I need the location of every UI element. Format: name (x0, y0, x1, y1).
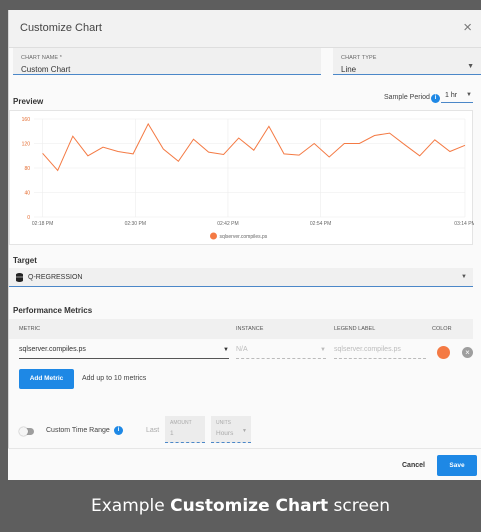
x-tick-label: 02:42 PM (217, 221, 238, 227)
chart-type-value: Line (341, 65, 357, 74)
column-metric: METRIC (19, 326, 41, 332)
chart-type-select[interactable]: CHART TYPE Line ▼ (333, 48, 481, 75)
add-metric-hint: Add up to 10 metrics (82, 375, 147, 382)
info-icon[interactable]: i (114, 426, 123, 435)
legend-label-value: sqlserver.compiles.ps (334, 346, 401, 353)
x-tick-label: 02:18 PM (32, 221, 53, 227)
column-instance: INSTANCE (236, 326, 264, 332)
x-tick-label: 02:54 PM (310, 221, 331, 227)
chevron-down-icon: ▼ (242, 428, 247, 434)
metric-select[interactable]: sqlserver.compiles.ps ▼ (19, 345, 229, 359)
amount-label: AMOUNT (170, 420, 192, 426)
chevron-down-icon: ▼ (320, 347, 326, 353)
metrics-table-header: METRIC INSTANCE LEGEND LABEL COLOR (9, 319, 473, 339)
caption-bold: Customize Chart (170, 496, 329, 516)
database-icon (16, 273, 23, 282)
caption-suffix: screen (328, 496, 391, 516)
chart-name-label: CHART NAME * (21, 55, 63, 61)
amount-input[interactable]: AMOUNT 1 (165, 416, 205, 443)
y-tick-label: 120 (22, 142, 31, 148)
units-select[interactable]: UNITS Hours ▼ (211, 416, 251, 443)
sample-period-value: 1 hr (445, 92, 458, 99)
target-select[interactable]: Q-REGRESSION ▼ (9, 268, 473, 287)
instance-select[interactable]: N/A ▼ (236, 345, 326, 359)
chevron-down-icon: ▼ (467, 63, 474, 70)
chevron-down-icon: ▼ (223, 347, 229, 353)
custom-time-range-toggle[interactable] (19, 427, 34, 436)
performance-metrics-title: Performance Metrics (13, 306, 93, 315)
color-swatch[interactable] (437, 346, 450, 359)
metric-value: sqlserver.compiles.ps (19, 346, 86, 353)
target-value: Q-REGRESSION (28, 274, 83, 281)
line-chart: 0 40 80 120 160 02:18 PM 02:30 PM 02:42 PM 02:54… (22, 117, 476, 240)
instance-value: N/A (236, 346, 248, 353)
toggle-knob (19, 427, 28, 436)
y-tick-label: 40 (24, 191, 30, 197)
chart-type-label: CHART TYPE (341, 55, 377, 61)
chevron-down-icon: ▼ (461, 274, 467, 280)
sample-period-select[interactable]: 1 hr ▼ (441, 90, 473, 103)
units-label: UNITS (216, 420, 231, 426)
remove-metric-icon[interactable]: × (462, 347, 473, 358)
save-button[interactable]: Save (437, 455, 477, 476)
series-line (42, 122, 466, 172)
add-metric-button[interactable]: Add Metric (19, 369, 74, 389)
preview-chart: 0 40 80 120 160 02:18 PM 02:30 PM 02:42 PM 02:54… (9, 110, 476, 245)
caption: Example Customize Chart screen (0, 480, 481, 532)
column-legend-label: LEGEND LABEL (334, 326, 376, 332)
preview-title: Preview (13, 97, 44, 106)
column-color: COLOR (432, 326, 452, 332)
dialog-header: Customize Chart × (9, 10, 481, 48)
sample-period-label: Sample Period (384, 94, 430, 101)
target-title: Target (13, 256, 37, 265)
amount-value: 1 (170, 430, 174, 437)
caption-prefix: Example (90, 496, 171, 516)
info-icon[interactable]: i (431, 94, 440, 103)
units-value: Hours (216, 430, 234, 437)
chevron-down-icon: ▼ (466, 92, 472, 98)
last-label: Last (146, 427, 160, 434)
y-tick-label: 0 (27, 215, 30, 221)
y-tick-label: 160 (22, 117, 31, 123)
cancel-button[interactable]: Cancel (402, 462, 425, 469)
legend-label: sqlserver.compiles.ps (220, 234, 268, 240)
y-tick-label: 80 (24, 166, 30, 172)
x-tick-label: 03:14 PM (454, 221, 474, 227)
legend-label-input[interactable]: sqlserver.compiles.ps (334, 345, 426, 359)
chart-name-field[interactable]: CHART NAME * Custom Chart (13, 48, 321, 75)
custom-time-range-label: Custom Time Range (46, 427, 110, 434)
dialog-title: Customize Chart (20, 22, 102, 34)
legend-marker (210, 232, 217, 240)
chart-name-value: Custom Chart (21, 65, 71, 74)
x-tick-label: 02:30 PM (125, 221, 146, 227)
close-icon[interactable]: × (463, 19, 472, 36)
